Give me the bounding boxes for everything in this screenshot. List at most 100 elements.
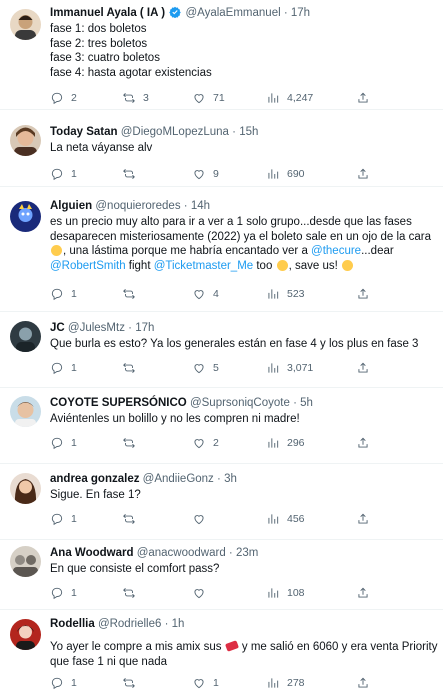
avatar[interactable] bbox=[10, 201, 41, 232]
like-button[interactable]: 71 bbox=[192, 90, 225, 106]
like-button[interactable]: 9 bbox=[192, 166, 219, 182]
retweet-button[interactable] bbox=[122, 585, 143, 601]
like-button[interactable]: 2 bbox=[192, 435, 219, 451]
reply-button[interactable]: 1 bbox=[50, 435, 77, 451]
tweet-item[interactable]: Immanuel Ayala ( IA ) @AyalaEmmanuel · 1… bbox=[0, 0, 443, 110]
retweet-button[interactable]: 3 bbox=[122, 90, 149, 106]
like-button[interactable] bbox=[192, 585, 213, 601]
tweet-line: Sigue. En fase 1? bbox=[50, 489, 141, 501]
share-button[interactable] bbox=[356, 360, 370, 376]
retweet-button[interactable] bbox=[122, 511, 143, 527]
mention-link[interactable]: @thecure bbox=[311, 245, 361, 257]
reply-button[interactable]: 1 bbox=[50, 286, 77, 302]
avatar[interactable] bbox=[10, 396, 41, 427]
reply-button[interactable]: 1 bbox=[50, 675, 77, 691]
timestamp[interactable]: 15h bbox=[239, 126, 258, 138]
author-name[interactable]: Immanuel Ayala ( IA ) bbox=[50, 7, 165, 19]
avatar[interactable] bbox=[10, 619, 41, 650]
tweet-item[interactable]: Ana Woodward @anacwoodward · 23m En que … bbox=[0, 540, 443, 610]
tweet-line: fase 2: tres boletos bbox=[50, 37, 148, 50]
heart-icon bbox=[194, 364, 204, 374]
author-handle[interactable]: @JulesMtz bbox=[68, 322, 125, 334]
share-icon bbox=[358, 92, 368, 103]
timestamp[interactable]: 5h bbox=[300, 397, 313, 409]
avatar[interactable] bbox=[10, 9, 41, 40]
like-button[interactable]: 5 bbox=[192, 360, 219, 376]
like-button[interactable] bbox=[192, 511, 213, 527]
tweet-text: es un precio muy alto para ir a ver a 1 … bbox=[50, 215, 435, 273]
avatar[interactable] bbox=[10, 473, 41, 504]
author-name[interactable]: Alguien bbox=[50, 200, 92, 212]
views-chart-icon bbox=[268, 438, 279, 448]
timestamp[interactable]: 17h bbox=[135, 322, 154, 334]
views-chart-icon bbox=[268, 93, 279, 103]
tweet-item[interactable]: Alguien @noquieroredes · 14h es un preci… bbox=[0, 187, 443, 312]
retweet-button[interactable] bbox=[122, 360, 143, 376]
share-button[interactable] bbox=[356, 166, 370, 182]
author-name[interactable]: Today Satan bbox=[50, 126, 118, 138]
avatar[interactable] bbox=[10, 125, 41, 156]
timestamp[interactable]: 14h bbox=[191, 200, 210, 212]
author-handle[interactable]: @SuprsoniqCoyote bbox=[190, 397, 290, 409]
retweet-button[interactable] bbox=[122, 166, 143, 182]
views-button[interactable]: 3,071 bbox=[266, 360, 313, 376]
reply-button[interactable]: 2 bbox=[50, 90, 77, 106]
share-icon bbox=[358, 168, 368, 179]
views-button[interactable]: 278 bbox=[266, 675, 305, 691]
tweet-item[interactable]: andrea gonzalez @AndiieGonz · 3h Sigue. … bbox=[0, 464, 443, 540]
tweet-line: que fase 1 ni que nada bbox=[50, 655, 168, 668]
heart-icon bbox=[194, 439, 204, 449]
tweet-line: fase 1: dos boletos bbox=[50, 23, 147, 35]
author-handle[interactable]: @anacwoodward bbox=[137, 547, 226, 559]
reply-button[interactable]: 1 bbox=[50, 511, 77, 527]
reply-button[interactable]: 1 bbox=[50, 585, 77, 601]
share-button[interactable] bbox=[356, 511, 370, 527]
retweet-button[interactable] bbox=[122, 675, 143, 691]
like-button[interactable]: 4 bbox=[192, 286, 219, 302]
avatar[interactable] bbox=[10, 321, 41, 352]
author-handle[interactable]: @AyalaEmmanuel bbox=[185, 7, 280, 19]
views-button[interactable]: 456 bbox=[266, 511, 305, 527]
share-button[interactable] bbox=[356, 675, 370, 691]
view-count: 523 bbox=[287, 288, 305, 300]
share-button[interactable] bbox=[356, 90, 370, 106]
tweet-item[interactable]: COYOTE SUPERSÓNICO @SuprsoniqCoyote · 5h… bbox=[0, 388, 443, 464]
author-name[interactable]: Ana Woodward bbox=[50, 547, 133, 559]
author-name[interactable]: JC bbox=[50, 322, 65, 334]
tweet-item[interactable]: JC @JulesMtz · 17h Que burla es esto? Ya… bbox=[0, 312, 443, 388]
author-name[interactable]: andrea gonzalez bbox=[50, 473, 139, 485]
views-button[interactable]: 690 bbox=[266, 166, 305, 182]
reply-button[interactable]: 1 bbox=[50, 360, 77, 376]
tweet-text: Yo ayer le compre a mis amix sus y me sa… bbox=[50, 640, 438, 669]
author-name[interactable]: COYOTE SUPERSÓNICO bbox=[50, 397, 187, 409]
retweet-button[interactable] bbox=[122, 435, 143, 451]
share-button[interactable] bbox=[356, 585, 370, 601]
author-handle[interactable]: @DiegoMLopezLuna bbox=[121, 126, 229, 138]
retweet-icon bbox=[123, 289, 135, 299]
author-handle[interactable]: @Rodrielle6 bbox=[98, 618, 161, 630]
views-button[interactable]: 523 bbox=[266, 286, 305, 302]
tweet-item[interactable]: Today Satan @DiegoMLopezLuna · 15h La ne… bbox=[0, 110, 443, 187]
share-button[interactable] bbox=[356, 435, 370, 451]
share-button[interactable] bbox=[356, 286, 370, 302]
reply-button[interactable]: 1 bbox=[50, 166, 77, 182]
timestamp[interactable]: 17h bbox=[291, 7, 310, 19]
views-button[interactable]: 108 bbox=[266, 585, 305, 601]
mention-link[interactable]: @Ticketmaster_Me bbox=[154, 260, 253, 272]
timestamp[interactable]: 1h bbox=[172, 618, 185, 630]
retweet-button[interactable] bbox=[122, 286, 143, 302]
timestamp[interactable]: 3h bbox=[224, 473, 237, 485]
tweet-item[interactable]: Rodellia @Rodrielle6 · 1h Yo ayer le com… bbox=[0, 610, 443, 697]
views-chart-icon bbox=[268, 363, 279, 373]
avatar[interactable] bbox=[10, 546, 41, 577]
mention-link[interactable]: @RobertSmith bbox=[50, 260, 126, 272]
like-button[interactable]: 1 bbox=[192, 675, 219, 691]
author-handle[interactable]: @AndiieGonz bbox=[143, 473, 214, 485]
tweet-line: fase 3: cuatro boletos bbox=[50, 52, 160, 64]
views-button[interactable]: 296 bbox=[266, 435, 305, 451]
author-name[interactable]: Rodellia bbox=[50, 618, 95, 630]
view-count: 456 bbox=[287, 513, 305, 525]
author-handle[interactable]: @noquieroredes bbox=[95, 200, 180, 212]
timestamp[interactable]: 23m bbox=[236, 547, 258, 559]
views-button[interactable]: 4,247 bbox=[266, 90, 313, 106]
